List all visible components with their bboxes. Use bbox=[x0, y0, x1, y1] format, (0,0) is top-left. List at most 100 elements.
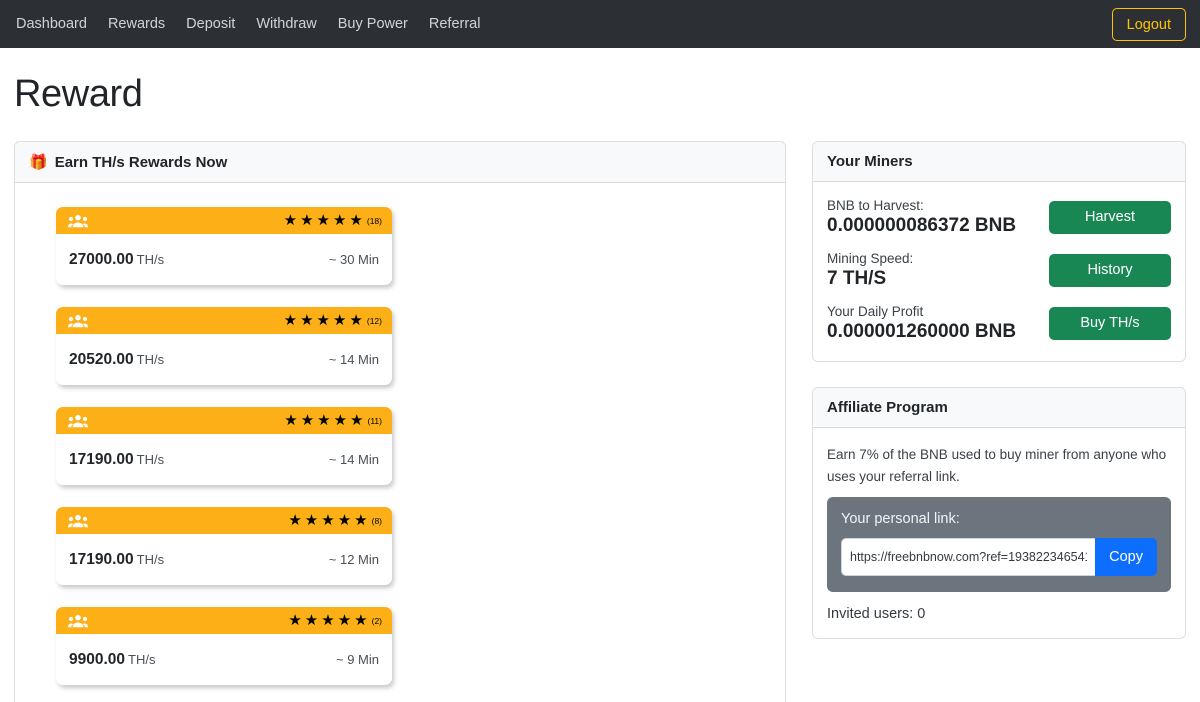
reward-tile-body: 17190.00 TH/s ~ 14 Min bbox=[56, 434, 392, 485]
reward-time: ~ 12 Min bbox=[328, 552, 379, 567]
miner-stat-row: Mining Speed: 7 TH/S History bbox=[827, 251, 1171, 290]
star-icon: ★ bbox=[350, 412, 364, 429]
reward-tile[interactable]: ★ ★ ★ ★ ★ (11) 17190.00 TH/s ~ 14 Min bbox=[56, 407, 392, 485]
miner-rows: BNB to Harvest: 0.000000086372 BNB Harvest… bbox=[827, 198, 1171, 343]
rewards-card: 🎁 Earn TH/s Rewards Now ★ ★ ★ ★ ★ (18) 27000.0… bbox=[14, 141, 786, 702]
page-title: Reward bbox=[14, 73, 143, 115]
reward-tile-header: ★ ★ ★ ★ ★ (12) bbox=[56, 307, 392, 334]
reward-tile-header: ★ ★ ★ ★ ★ (18) bbox=[56, 207, 392, 234]
rewards-card-title: Earn TH/s Rewards Now bbox=[54, 153, 228, 171]
nav-link-referral[interactable]: Referral bbox=[429, 17, 481, 32]
star-rating: ★ ★ ★ ★ ★ (12) bbox=[284, 313, 382, 328]
reward-tiles-grid: ★ ★ ★ ★ ★ (18) 27000.00 TH/s ~ 30 Min ★ ★ ★ ★ ★ (12) 20… bbox=[15, 183, 785, 702]
users-icon bbox=[68, 314, 88, 327]
star-count: (8) bbox=[371, 516, 382, 526]
reward-tile-body: 9900.00 TH/s ~ 9 Min bbox=[56, 634, 392, 685]
nav-link-withdraw[interactable]: Withdraw bbox=[256, 17, 316, 32]
reward-tile-header: ★ ★ ★ ★ ★ (11) bbox=[56, 407, 392, 434]
star-count: (12) bbox=[366, 316, 382, 326]
star-icon: ★ bbox=[300, 212, 314, 229]
nav-links: Dashboard Rewards Deposit Withdraw Buy Power… bbox=[16, 17, 480, 32]
star-icon: ★ bbox=[288, 612, 302, 629]
your-miners-body: BNB to Harvest: 0.000000086372 BNB Harvest… bbox=[813, 182, 1185, 361]
rewards-column: 🎁 Earn TH/s Rewards Now ★ ★ ★ ★ ★ (18) 27000.0… bbox=[14, 141, 786, 702]
reward-tile-body: 20520.00 TH/s ~ 14 Min bbox=[56, 334, 392, 385]
gift-icon: 🎁 bbox=[29, 154, 48, 171]
star-icon: ★ bbox=[283, 212, 298, 229]
users-icon bbox=[68, 214, 88, 227]
harvest-button[interactable]: Harvest bbox=[1049, 200, 1171, 234]
star-icon: ★ bbox=[316, 212, 330, 229]
affiliate-header: Affiliate Program bbox=[813, 387, 1185, 428]
star-count: (2) bbox=[371, 616, 382, 626]
reward-tile-body: 27000.00 TH/s ~ 30 Min bbox=[56, 234, 392, 285]
reward-tile[interactable]: ★ ★ ★ ★ ★ (2) 9900.00 TH/s ~ 9 Min bbox=[56, 607, 392, 685]
affiliate-body: Earn 7% of the BNB used to buy miner fro… bbox=[813, 428, 1185, 639]
star-icon: ★ bbox=[321, 612, 335, 629]
users-icon bbox=[68, 414, 88, 427]
star-icon: ★ bbox=[304, 512, 319, 529]
reward-unit: TH/s bbox=[136, 251, 165, 267]
star-count: (11) bbox=[367, 416, 383, 426]
side-column: Your Miners BNB to Harvest: 0.00000008637… bbox=[812, 141, 1186, 640]
miner-stat-value: 0.000001260000 BNB bbox=[827, 320, 1017, 342]
reward-tile[interactable]: ★ ★ ★ ★ ★ (12) 20520.00 TH/s ~ 14 Min bbox=[56, 307, 392, 385]
reward-tile[interactable]: ★ ★ ★ ★ ★ (18) 27000.00 TH/s ~ 30 Min bbox=[56, 207, 392, 285]
star-icon: ★ bbox=[349, 212, 363, 229]
affiliate-description: Earn 7% of the BNB used to buy miner fro… bbox=[827, 446, 1167, 484]
users-icon bbox=[68, 614, 88, 627]
reward-amount: 17190.00 bbox=[69, 550, 134, 568]
miner-stat-row: BNB to Harvest: 0.000000086372 BNB Harvest bbox=[827, 198, 1171, 237]
main-layout: 🎁 Earn TH/s Rewards Now ★ ★ ★ ★ ★ (18) 27000.0… bbox=[14, 141, 1186, 702]
star-icon: ★ bbox=[300, 412, 315, 429]
miner-stat-label: BNB to Harvest: bbox=[827, 198, 924, 213]
reward-amount: 20520.00 bbox=[69, 350, 134, 368]
star-rating: ★ ★ ★ ★ ★ (18) bbox=[284, 213, 382, 228]
star-rating: ★ ★ ★ ★ ★ (2) bbox=[288, 613, 382, 628]
star-icon: ★ bbox=[317, 412, 331, 429]
reward-time: ~ 30 Min bbox=[328, 252, 379, 267]
star-icon: ★ bbox=[284, 412, 298, 429]
star-icon: ★ bbox=[337, 512, 352, 529]
star-icon: ★ bbox=[333, 412, 348, 429]
star-icon: ★ bbox=[304, 612, 319, 629]
nav-link-deposit[interactable]: Deposit bbox=[186, 17, 235, 32]
nav-link-dashboard[interactable]: Dashboard bbox=[16, 17, 87, 32]
nav-link-rewards[interactable]: Rewards bbox=[108, 17, 165, 32]
your-miners-header: Your Miners bbox=[813, 142, 1185, 182]
reward-tile-header: ★ ★ ★ ★ ★ (8) bbox=[56, 507, 392, 534]
users-icon bbox=[68, 514, 88, 527]
star-icon: ★ bbox=[354, 512, 368, 529]
star-icon: ★ bbox=[354, 612, 368, 629]
copy-link-button[interactable]: Copy bbox=[1095, 538, 1157, 577]
buy-th-s-button[interactable]: Buy TH/s bbox=[1049, 306, 1171, 340]
your-miners-card: Your Miners BNB to Harvest: 0.00000008637… bbox=[812, 141, 1186, 362]
star-rating: ★ ★ ★ ★ ★ (8) bbox=[288, 513, 382, 528]
reward-unit: TH/s bbox=[136, 551, 165, 567]
personal-link-label: Your personal link: bbox=[841, 511, 960, 528]
reward-amount: 17190.00 bbox=[69, 450, 134, 468]
reward-tile[interactable]: ★ ★ ★ ★ ★ (8) 17190.00 TH/s ~ 12 Min bbox=[56, 507, 392, 585]
star-icon: ★ bbox=[288, 512, 302, 529]
referral-input-group: Copy bbox=[841, 538, 1157, 577]
reward-tile-body: 17190.00 TH/s ~ 12 Min bbox=[56, 534, 392, 585]
star-icon: ★ bbox=[332, 312, 347, 329]
star-icon: ★ bbox=[321, 512, 335, 529]
star-rating: ★ ★ ★ ★ ★ (11) bbox=[284, 413, 382, 428]
invited-users-count: Invited users: 0 bbox=[827, 606, 926, 623]
star-icon: ★ bbox=[283, 312, 298, 329]
star-icon: ★ bbox=[349, 312, 363, 329]
rewards-card-header: 🎁 Earn TH/s Rewards Now bbox=[15, 142, 785, 183]
top-navbar: Dashboard Rewards Deposit Withdraw Buy Power… bbox=[0, 0, 1200, 48]
reward-unit: TH/s bbox=[136, 351, 165, 367]
miner-stat-value: 0.000000086372 BNB bbox=[827, 215, 1017, 236]
history-button[interactable]: History bbox=[1049, 253, 1171, 287]
reward-amount: 27000.00 bbox=[69, 250, 134, 268]
star-icon: ★ bbox=[332, 212, 347, 229]
nav-link-buy-power[interactable]: Buy Power bbox=[338, 17, 408, 32]
reward-unit: TH/s bbox=[128, 651, 156, 667]
logout-button[interactable]: Logout bbox=[1111, 8, 1186, 41]
referral-link-input[interactable] bbox=[841, 538, 1096, 577]
miner-stat-label: Mining Speed: bbox=[827, 250, 914, 266]
star-count: (18) bbox=[366, 216, 382, 226]
